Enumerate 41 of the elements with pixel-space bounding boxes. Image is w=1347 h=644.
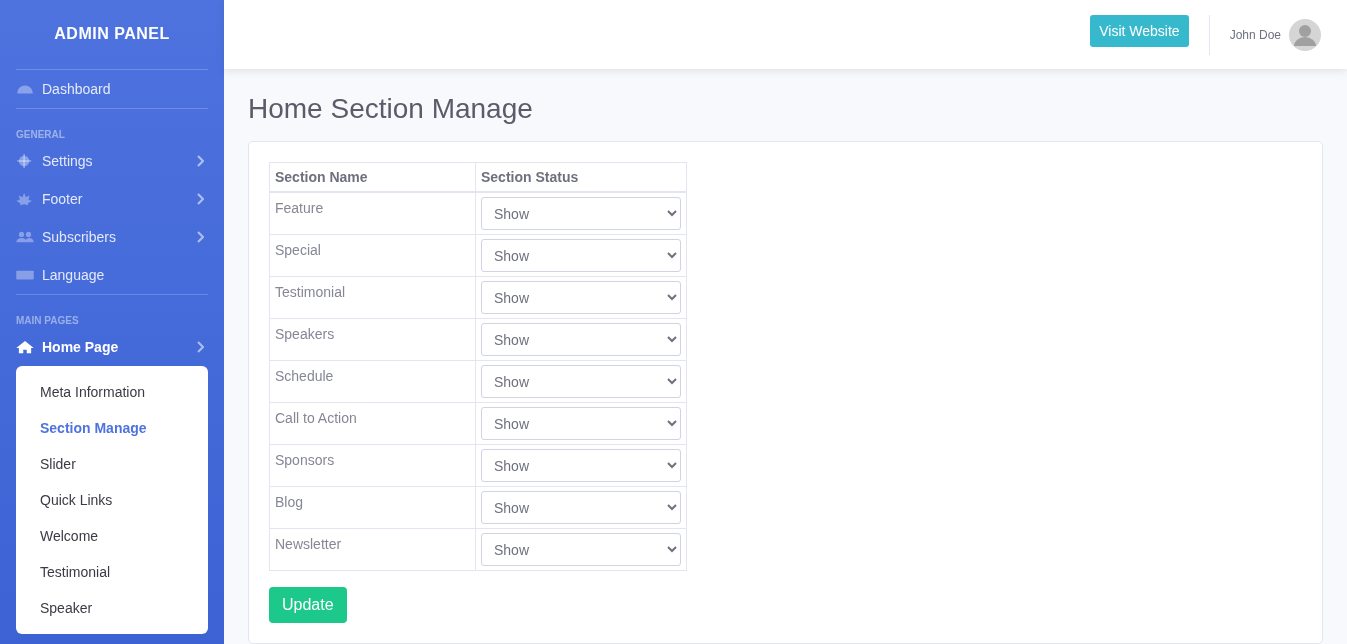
users-icon (16, 230, 34, 244)
submenu-item[interactable]: Speaker (16, 590, 208, 626)
status-dropdown[interactable]: Show (481, 365, 681, 398)
status-dropdown[interactable]: Show (481, 407, 681, 440)
table-cell: Schedule (269, 360, 476, 403)
table-cell: Feature (269, 192, 476, 235)
nav-item[interactable]: Settings (16, 142, 208, 180)
status-dropdown[interactable]: Show (481, 197, 681, 230)
table-cell: Sponsors (269, 444, 476, 487)
section-heading: MAIN PAGES (16, 314, 80, 328)
nav-item[interactable]: Home Page (16, 328, 208, 366)
table-cell: Call to Action (269, 402, 476, 445)
page-title: Home Section Manage (248, 93, 534, 125)
status-dropdown[interactable]: Show (481, 323, 681, 356)
user-name[interactable]: John Doe (1229, 27, 1281, 42)
nav-item[interactable]: Subscribers (16, 218, 208, 256)
avatar-icon[interactable] (1289, 18, 1321, 51)
submenu-item[interactable]: Welcome (16, 518, 208, 554)
status-dropdown[interactable]: Show (481, 281, 681, 314)
home-icon (16, 340, 34, 354)
nav-item[interactable]: Language (16, 256, 208, 294)
status-dropdown[interactable]: Show (481, 533, 681, 566)
table-cell: Blog (269, 486, 476, 529)
status-dropdown[interactable]: Show (481, 491, 681, 524)
submenu-item[interactable]: Slider (16, 446, 208, 482)
submenu-item[interactable]: Section Manage (16, 410, 208, 446)
column-header: Section Name (269, 162, 476, 192)
section-heading: GENERAL (16, 128, 66, 142)
brand-title: ADMIN PANEL (53, 24, 171, 44)
submenu-item[interactable]: Meta Information (16, 374, 208, 410)
nav-item[interactable]: Footer (16, 180, 208, 218)
table-cell: Speakers (269, 318, 476, 361)
table-cell: Newsletter (269, 528, 476, 571)
column-header: Section Status (475, 162, 687, 192)
submenu-item[interactable]: Testimonial (16, 554, 208, 590)
status-dropdown[interactable]: Show (481, 239, 681, 272)
table-cell: Testimonial (269, 276, 476, 319)
table-cell: Special (269, 234, 476, 277)
nav-item[interactable]: Dashboard (16, 70, 208, 108)
status-dropdown[interactable]: Show (481, 449, 681, 482)
submenu-item[interactable]: Quick Links (16, 482, 208, 518)
